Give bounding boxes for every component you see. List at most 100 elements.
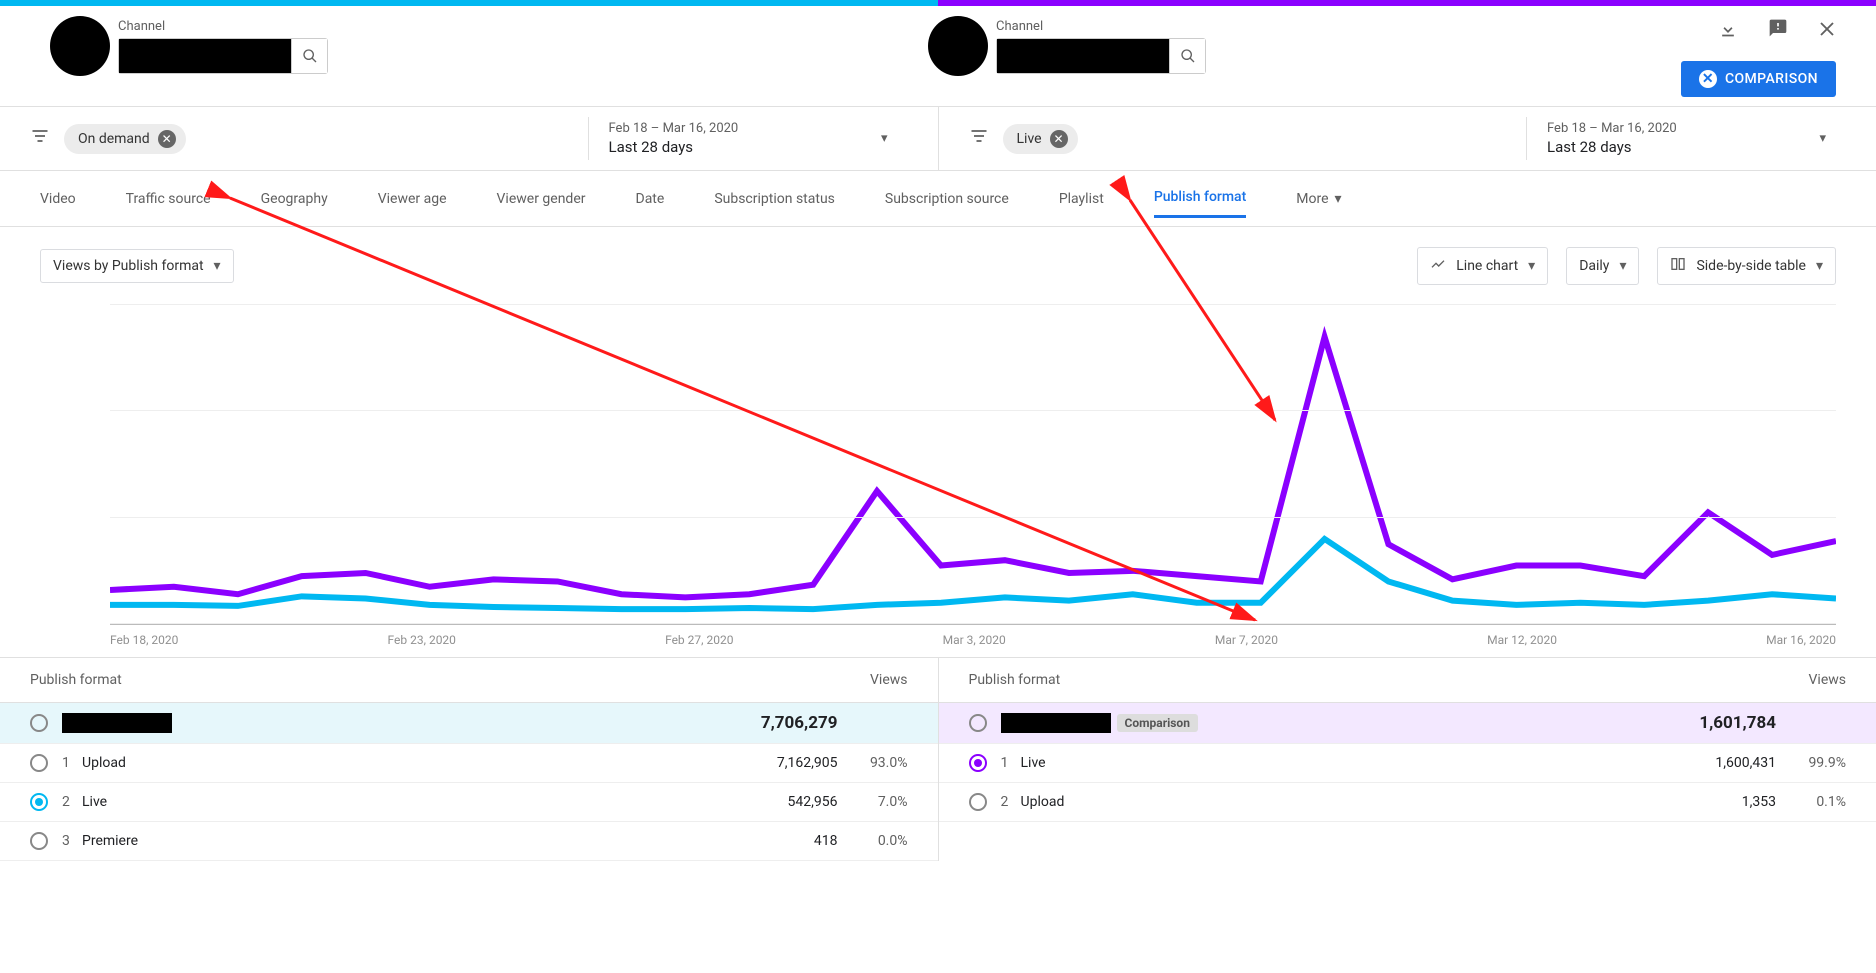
row-percent: 99.9% — [1786, 755, 1846, 771]
tab-viewer-gender[interactable]: Viewer gender — [497, 181, 586, 217]
channel-name-redacted — [119, 39, 291, 73]
radio[interactable] — [30, 832, 48, 850]
date-preset-label: Last 28 days — [1547, 138, 1677, 156]
table-row[interactable]: 3Premiere4180.0% — [0, 822, 938, 861]
row-rank: 1 — [62, 755, 82, 771]
chart-plot-area[interactable]: 0100.0K200.0K300.0K — [110, 305, 1836, 625]
table-left: Publish format Views 7,706,279 1Upload7,… — [0, 658, 938, 861]
chevron-down-icon: ▾ — [214, 258, 221, 274]
row-rank: 2 — [1001, 794, 1021, 810]
line-chart-icon — [1430, 256, 1446, 276]
tab-date[interactable]: Date — [636, 181, 665, 217]
comparison-button-label: COMPARISON — [1725, 71, 1818, 87]
channel-search-left[interactable] — [118, 38, 328, 74]
chart-type-selector[interactable]: Line chart ▾ — [1417, 247, 1548, 285]
close-icon[interactable] — [1818, 19, 1836, 44]
avatar-left — [50, 16, 110, 76]
channel-name-redacted — [62, 713, 172, 733]
table-total-row[interactable]: 7,706,279 — [0, 703, 938, 744]
filter-icon[interactable] — [30, 126, 50, 151]
table-row[interactable]: 1Upload7,162,90593.0% — [0, 744, 938, 783]
radio-unselected[interactable] — [969, 714, 987, 732]
comparison-tables: Publish format Views 7,706,279 1Upload7,… — [0, 657, 1876, 861]
tab-subscription-status[interactable]: Subscription status — [714, 181, 835, 217]
x-tick: Feb 18, 2020 — [110, 633, 178, 647]
row-label: Upload — [1021, 794, 1065, 810]
y-tick: 100.0K — [0, 511, 102, 525]
dimension-tabs: Video Traffic source Geography Viewer age Vi… — [0, 171, 1876, 227]
table-mode-selector[interactable]: Side-by-side table ▾ — [1657, 247, 1836, 285]
channel-label: Channel — [118, 19, 328, 34]
y-tick: 200.0K — [0, 404, 102, 418]
tab-more[interactable]: More▾ — [1296, 181, 1341, 217]
x-tick: Mar 7, 2020 — [1215, 633, 1278, 647]
filter-icon[interactable] — [969, 126, 989, 151]
total-views: 7,706,279 — [738, 713, 838, 733]
date-range-text: Feb 18 – Mar 16, 2020 — [609, 121, 739, 136]
x-tick: Mar 16, 2020 — [1766, 633, 1836, 647]
filters-left: On demand ✕ Feb 18 – Mar 16, 2020 Last 2… — [0, 107, 938, 170]
table-header: Publish format Views — [0, 658, 938, 703]
chevron-down-icon: ▾ — [881, 131, 888, 146]
tab-video[interactable]: Video — [40, 181, 76, 217]
tab-geography[interactable]: Geography — [261, 181, 328, 217]
tab-subscription-source[interactable]: Subscription source — [885, 181, 1009, 217]
filters-row: On demand ✕ Feb 18 – Mar 16, 2020 Last 2… — [0, 106, 1876, 171]
radio[interactable] — [30, 754, 48, 772]
chart-x-axis: Feb 18, 2020Feb 23, 2020Feb 27, 2020Mar … — [110, 625, 1836, 647]
download-icon[interactable] — [1718, 18, 1738, 44]
comparison-button[interactable]: ✕ COMPARISON — [1681, 61, 1836, 97]
search-icon[interactable] — [291, 39, 327, 73]
comparison-badge: Comparison — [1117, 714, 1198, 732]
date-range-picker-left[interactable]: Feb 18 – Mar 16, 2020 Last 28 days ▾ — [588, 117, 908, 160]
row-rank: 1 — [1001, 755, 1021, 771]
header-actions — [1718, 18, 1836, 44]
table-row[interactable]: 1Live1,600,43199.9% — [939, 744, 1876, 783]
table-row[interactable]: 2Live542,9567.0% — [0, 783, 938, 822]
search-icon[interactable] — [1169, 39, 1205, 73]
tab-playlist[interactable]: Playlist — [1059, 181, 1104, 217]
chevron-down-icon: ▾ — [1619, 258, 1626, 274]
radio[interactable] — [969, 754, 987, 772]
x-tick: Mar 12, 2020 — [1487, 633, 1557, 647]
filter-chip-live[interactable]: Live ✕ — [1003, 124, 1078, 154]
chart: 0100.0K200.0K300.0K Feb 18, 2020Feb 23, … — [0, 305, 1876, 657]
table-header-label: Publish format — [30, 672, 122, 688]
radio[interactable] — [969, 793, 987, 811]
metric-selector[interactable]: Views by Publish format ▾ — [40, 249, 234, 283]
row-value: 1,600,431 — [1676, 755, 1776, 771]
granularity-selector[interactable]: Daily ▾ — [1566, 247, 1639, 285]
table-header-label: Publish format — [969, 672, 1061, 688]
close-comparison-icon[interactable]: ✕ — [1699, 70, 1717, 88]
y-tick: 0 — [0, 617, 102, 631]
date-range-text: Feb 18 – Mar 16, 2020 — [1547, 121, 1677, 136]
table-right: Publish format Views Comparison 1,601,78… — [938, 658, 1876, 861]
granularity-label: Daily — [1579, 258, 1609, 274]
close-icon[interactable]: ✕ — [1050, 130, 1068, 148]
filter-chip-on-demand[interactable]: On demand ✕ — [64, 124, 186, 154]
row-label: Upload — [82, 755, 126, 771]
avatar-right — [928, 16, 988, 76]
table-header-metric: Views — [1809, 672, 1847, 688]
row-rank: 3 — [62, 833, 82, 849]
close-icon[interactable]: ✕ — [158, 130, 176, 148]
feedback-icon[interactable] — [1768, 18, 1788, 44]
tab-publish-format[interactable]: Publish format — [1154, 179, 1246, 218]
side-by-side-icon — [1670, 256, 1686, 276]
radio-unselected[interactable] — [30, 714, 48, 732]
table-total-row[interactable]: Comparison 1,601,784 — [939, 703, 1876, 744]
right-channel-block: Channel — [928, 16, 1206, 76]
channel-name-redacted — [1001, 713, 1111, 733]
date-range-picker-right[interactable]: Feb 18 – Mar 16, 2020 Last 28 days ▾ — [1526, 117, 1846, 160]
x-tick: Feb 27, 2020 — [665, 633, 733, 647]
radio[interactable] — [30, 793, 48, 811]
table-row[interactable]: 2Upload1,3530.1% — [939, 783, 1876, 822]
y-tick: 300.0K — [0, 298, 102, 312]
tab-traffic-source[interactable]: Traffic source — [126, 181, 211, 217]
total-views: 1,601,784 — [1676, 713, 1776, 733]
channel-name-redacted — [997, 39, 1169, 73]
row-percent: 93.0% — [848, 755, 908, 771]
channel-search-right[interactable] — [996, 38, 1206, 74]
tab-viewer-age[interactable]: Viewer age — [378, 181, 447, 217]
row-percent: 7.0% — [848, 794, 908, 810]
